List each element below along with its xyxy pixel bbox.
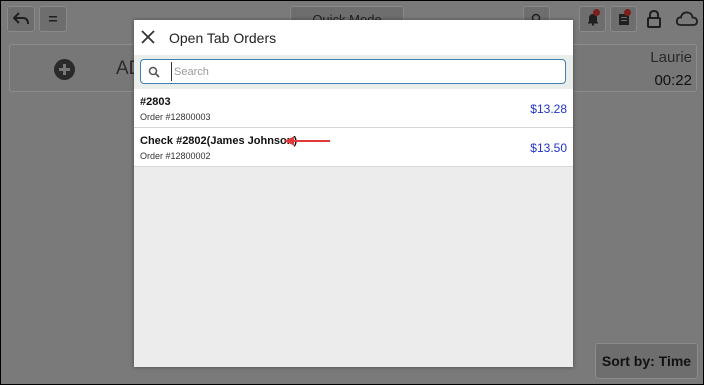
server-name: Laurie xyxy=(650,49,692,66)
search-input[interactable] xyxy=(171,62,551,81)
notification-badge xyxy=(593,9,600,16)
order-amount: $13.50 xyxy=(530,141,567,155)
annotation-arrow-icon xyxy=(284,136,330,146)
app-frame: Quick Mode AD Laurie 00:22 Sort by: Time… xyxy=(1,1,703,384)
open-tab-orders-dialog: Open Tab Orders #2803 Order #12800003 $1… xyxy=(134,20,573,367)
order-row[interactable]: #2803 Order #12800003 $13.28 xyxy=(134,89,573,128)
order-number: Order #12800002 xyxy=(140,151,211,161)
search-icon xyxy=(148,66,160,78)
back-arrow-icon xyxy=(13,12,29,25)
cloud-icon[interactable] xyxy=(675,10,699,28)
order-name: #2803 xyxy=(140,96,171,108)
search-box[interactable] xyxy=(140,59,566,84)
sort-button[interactable]: Sort by: Time xyxy=(595,343,698,379)
dialog-header: Open Tab Orders xyxy=(134,20,573,55)
order-name: Check #2802(James Johnson) xyxy=(140,135,298,147)
search-bar xyxy=(134,55,573,89)
notifications-button[interactable] xyxy=(579,6,606,32)
order-number: Order #12800003 xyxy=(140,112,211,122)
order-amount: $13.28 xyxy=(530,102,567,116)
dialog-title: Open Tab Orders xyxy=(169,30,277,46)
order-row[interactable]: Check #2802(James Johnson) Order #128000… xyxy=(134,128,573,167)
lock-icon[interactable] xyxy=(644,9,664,29)
menu-button[interactable] xyxy=(39,6,67,32)
back-button[interactable] xyxy=(7,6,35,32)
close-icon[interactable] xyxy=(141,30,155,44)
add-customer-icon[interactable] xyxy=(54,59,75,80)
elapsed-timer: 00:22 xyxy=(654,72,692,89)
orders-badge xyxy=(624,9,631,16)
orders-button[interactable] xyxy=(610,6,637,32)
menu-icon xyxy=(49,16,57,22)
